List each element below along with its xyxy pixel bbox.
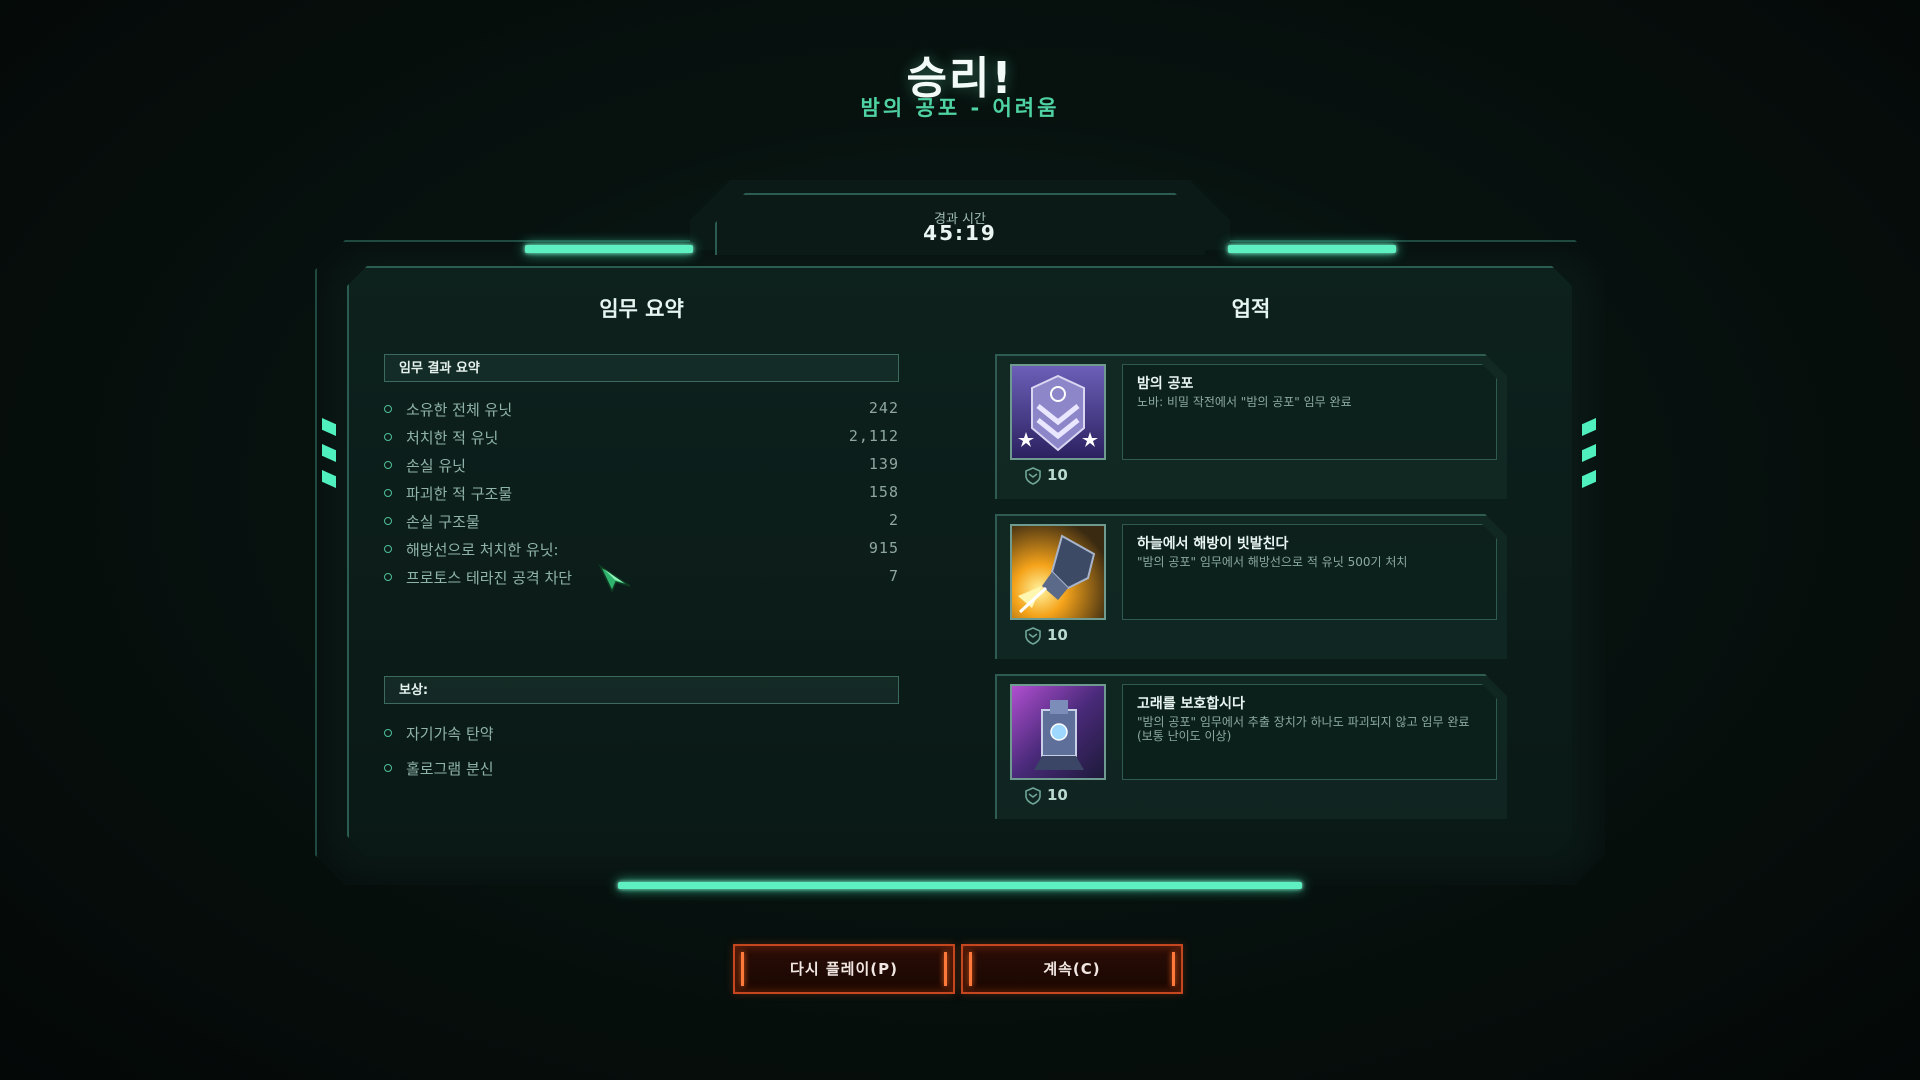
achievements-title: 업적 [1231, 297, 1271, 321]
reward-list: 자기가속 탄약 홀로그램 분신 [384, 720, 899, 790]
bullet-icon [384, 545, 392, 553]
bullet-icon [384, 573, 392, 581]
bullet-icon [384, 764, 392, 772]
bullet-icon [384, 461, 392, 469]
bullet-icon [384, 517, 392, 525]
top-left-glow-bar [525, 245, 693, 253]
stat-value: 2 [888, 511, 899, 529]
achievement-points: 10 [1025, 626, 1068, 648]
achievement-portrait-1 [1010, 364, 1106, 460]
liberator-fire-icon [1012, 526, 1104, 618]
shield-icon [1025, 626, 1041, 645]
shield-icon [1025, 786, 1041, 805]
stat-value: 2,112 [848, 427, 899, 445]
achievement-portrait-2 [1010, 524, 1106, 620]
achievement-desc: "밤의 공포" 임무에서 해방선으로 적 유닛 500기 처치 [1137, 555, 1408, 569]
achievement-desc: 노바: 비밀 작전에서 "밤의 공포" 임무 완료 [1137, 395, 1352, 409]
achievement-card: 밤의 공포 노바: 비밀 작전에서 "밤의 공포" 임무 완료 10 [995, 354, 1507, 499]
stat-label: 파괴한 적 구조물 [406, 485, 513, 503]
reward-item: 홀로그램 분신 [384, 755, 899, 790]
stat-row: 프로토스 테라진 공격 차단 7 [384, 564, 899, 592]
shield-icon [1025, 466, 1041, 485]
bullet-icon [384, 433, 392, 441]
reward-item: 자기가속 탄약 [384, 720, 899, 755]
achievement-card: 하늘에서 해방이 빗발친다 "밤의 공포" 임무에서 해방선으로 적 유닛 50… [995, 514, 1507, 659]
stat-row: 손실 구조물 2 [384, 508, 899, 536]
stat-value: 158 [868, 483, 899, 501]
achievement-portrait-3 [1010, 684, 1106, 780]
stat-row: 파괴한 적 구조물 158 [384, 480, 899, 508]
achievement-points: 10 [1025, 786, 1068, 808]
stat-value: 915 [868, 539, 899, 557]
bullet-icon [384, 405, 392, 413]
stat-label: 프로토스 테라진 공격 차단 [406, 569, 573, 587]
stat-row: 해방선으로 처치한 유닛: 915 [384, 536, 899, 564]
stat-value: 7 [888, 567, 899, 585]
stat-label: 손실 구조물 [406, 513, 480, 531]
stat-label: 처치한 적 유닛 [406, 429, 499, 447]
achievement-title: 하늘에서 해방이 빗발친다 [1137, 536, 1289, 552]
stat-value: 139 [868, 455, 899, 473]
stat-label: 손실 유닛 [406, 457, 466, 475]
mission-summary-title: 임무 요약 [599, 297, 684, 321]
top-right-glow-bar [1228, 245, 1396, 253]
stat-label: 소유한 전체 유닛 [406, 401, 513, 419]
right-chevron-decoration [1582, 418, 1602, 496]
replay-button[interactable]: 다시 플레이(P) [733, 944, 955, 994]
extractor-unit-icon [1012, 686, 1104, 778]
achievement-title: 밤의 공포 [1137, 376, 1194, 392]
reward-label: 자기가속 탄약 [406, 725, 494, 743]
continue-button[interactable]: 계속(C) [961, 944, 1183, 994]
achievement-desc: "밤의 공포" 임무에서 추출 장치가 하나도 파괴되지 않고 임무 완료 (보… [1137, 715, 1470, 743]
stat-list: 소유한 전체 유닛 242 처치한 적 유닛 2,112 손실 유닛 139 파… [384, 396, 899, 592]
results-header: 임무 결과 요약 [384, 354, 899, 382]
points-value: 10 [1047, 626, 1068, 644]
stat-row: 손실 유닛 139 [384, 452, 899, 480]
achievement-text-box: 하늘에서 해방이 빗발친다 "밤의 공포" 임무에서 해방선으로 적 유닛 50… [1122, 524, 1497, 620]
reward-label: 홀로그램 분신 [406, 760, 494, 778]
bullet-icon [384, 729, 392, 737]
achievement-points: 10 [1025, 466, 1068, 488]
achievement-title: 고래를 보호합시다 [1137, 696, 1245, 712]
bullet-icon [384, 489, 392, 497]
points-value: 10 [1047, 786, 1068, 804]
points-value: 10 [1047, 466, 1068, 484]
achievement-card: 고래를 보호합시다 "밤의 공포" 임무에서 추출 장치가 하나도 파괴되지 않… [995, 674, 1507, 819]
elapsed-time-value: 45:19 [923, 221, 997, 245]
victory-screen: 승리! 밤의 공포 - 어려움 경과 시간 45:19 임무 요약 임무 결과 … [0, 0, 1920, 1080]
achievement-text-box: 밤의 공포 노바: 비밀 작전에서 "밤의 공포" 임무 완료 [1122, 364, 1497, 460]
achievement-text-box: 고래를 보호합시다 "밤의 공포" 임무에서 추출 장치가 하나도 파괴되지 않… [1122, 684, 1497, 780]
stat-row: 소유한 전체 유닛 242 [384, 396, 899, 424]
stat-label: 해방선으로 처치한 유닛: [406, 541, 559, 559]
stat-row: 처치한 적 유닛 2,112 [384, 424, 899, 452]
stat-value: 242 [868, 399, 899, 417]
chevron-emblem-icon [1012, 366, 1104, 458]
mission-subtitle: 밤의 공포 - 어려움 [860, 96, 1060, 120]
left-chevron-decoration [322, 418, 342, 496]
bottom-glow-bar [618, 882, 1302, 889]
mouse-cursor-icon [598, 564, 631, 592]
rewards-header: 보상: [384, 676, 899, 704]
